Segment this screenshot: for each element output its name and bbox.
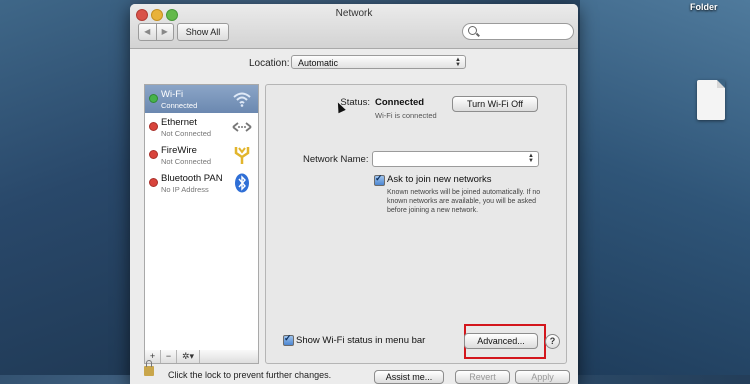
status-dot-icon [149,178,158,187]
apply-button[interactable]: Apply [515,370,570,384]
back-button[interactable]: ◀ [139,24,157,40]
wifi-icon [233,92,251,107]
show-status-menu-label: Show Wi-Fi status in menu bar [296,335,426,346]
service-name: FireWire [161,145,197,156]
gear-icon[interactable]: ✲▾ [177,350,200,363]
search-icon [468,26,477,35]
service-item-ethernet[interactable]: Ethernet Not Connected [145,113,258,141]
show-status-menu-checkbox[interactable] [283,333,294,346]
desktop-background-right [580,0,750,375]
location-popup[interactable]: Automatic ▲ ▼ [291,55,466,69]
document-icon[interactable] [697,80,725,120]
service-name: Wi-Fi [161,89,184,100]
service-status: No IP Address [161,185,209,194]
folder-label[interactable]: Folder [690,2,718,12]
status-value: Connected [375,97,425,108]
window-title: Network [335,8,373,19]
show-all-button[interactable]: Show All [177,23,229,41]
titlebar: Network ◀ ▶ Show All [130,4,578,49]
service-status: Not Connected [161,157,212,166]
service-list: Wi-Fi Connected Ethernet Not Connected F… [144,84,259,352]
help-button[interactable]: ? [545,334,560,349]
detail-pane [265,84,567,364]
service-status: Connected [161,101,198,110]
remove-service-button[interactable]: − [161,350,177,363]
service-name: Ethernet [161,117,197,128]
service-name: Bluetooth PAN [161,173,223,184]
status-dot-icon [149,122,158,131]
service-list-controls: + − ✲▾ [144,350,259,364]
network-name-popup[interactable]: ▲ ▼ [372,151,539,167]
service-item-firewire[interactable]: FireWire Not Connected [145,141,258,169]
firewire-icon [234,147,250,164]
service-item-wifi[interactable]: Wi-Fi Connected [145,85,258,113]
status-label: Status: [340,97,370,108]
service-status: Not Connected [161,129,212,138]
revert-button[interactable]: Revert [455,370,510,384]
popup-arrows-icon: ▲ ▼ [528,153,534,164]
popup-arrows-icon: ▲ ▼ [455,57,461,68]
lock-text: Click the lock to prevent further change… [168,370,332,380]
status-description: Wi-Fi is connected [375,111,437,120]
nav-buttons: ◀ ▶ [138,23,174,41]
location-label: Location: [249,58,290,69]
ask-join-description: Known networks will be joined automatica… [387,189,541,214]
turn-wifi-off-button[interactable]: Turn Wi-Fi Off [452,96,538,112]
ask-join-checkbox[interactable] [374,173,385,186]
network-preferences-window: Network ◀ ▶ Show All Location: Automatic… [130,4,578,384]
assist-me-button[interactable]: Assist me... [374,370,444,384]
desktop-background-left [0,0,130,375]
forward-button[interactable]: ▶ [157,24,174,40]
bluetooth-icon [235,173,249,193]
footer: Click the lock to prevent further change… [130,360,578,384]
status-dot-icon [149,94,158,103]
network-name-label: Network Name: [303,154,369,165]
search-input[interactable] [462,23,574,40]
status-dot-icon [149,150,158,159]
ethernet-icon [232,122,252,132]
location-value: Automatic [298,58,339,68]
service-item-bluetooth-pan[interactable]: Bluetooth PAN No IP Address [145,169,258,197]
advanced-button[interactable]: Advanced... [464,333,538,349]
ask-join-label: Ask to join new networks [387,174,492,185]
